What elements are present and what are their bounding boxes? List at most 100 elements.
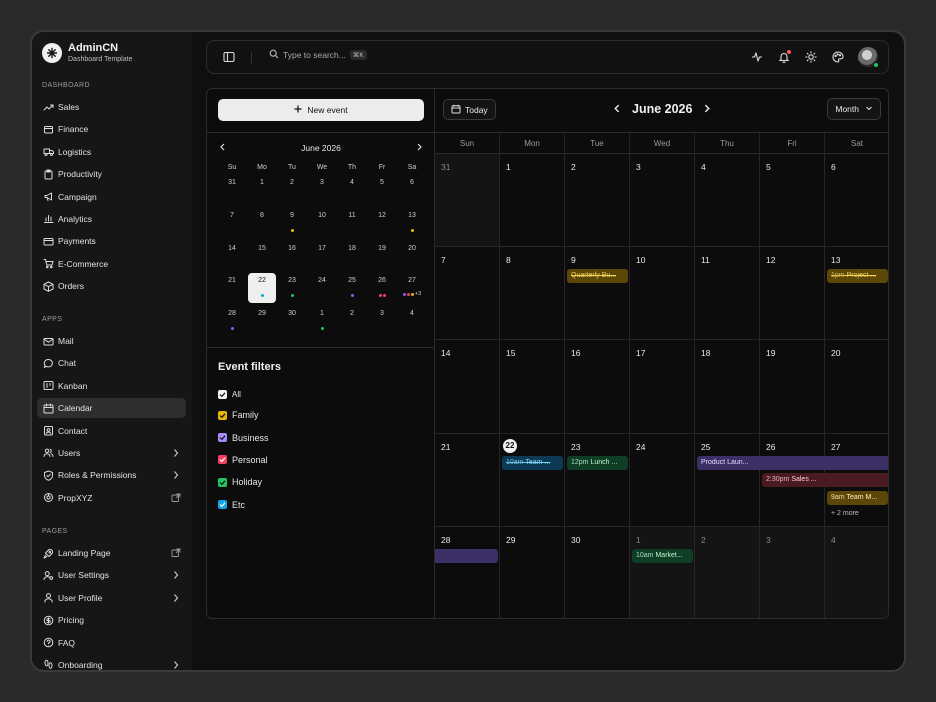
filter-all[interactable]: All (218, 384, 269, 404)
sidebar-toggle-icon[interactable] (223, 51, 235, 65)
mini-day[interactable]: 12 (367, 206, 397, 239)
day-cell[interactable]: 2 (695, 526, 760, 618)
prev-month-icon[interactable] (613, 104, 622, 115)
filter-holiday[interactable]: Holiday (218, 471, 269, 493)
day-cell[interactable]: 4 (825, 526, 888, 618)
sun-icon[interactable] (804, 50, 818, 64)
calendar-event[interactable]: Product Laun... (697, 455, 888, 470)
checkbox-checked-icon[interactable] (218, 477, 227, 487)
mini-day[interactable]: 3 (367, 304, 397, 337)
mini-day[interactable]: 8 (247, 206, 277, 239)
sidebar-item-finance[interactable]: Finance (37, 119, 186, 139)
mini-day[interactable]: 2 (337, 304, 367, 337)
avatar[interactable] (858, 47, 879, 68)
filter-personal[interactable]: Personal (218, 449, 269, 471)
mini-day[interactable]: 5 (367, 173, 397, 206)
day-cell[interactable]: 11 (695, 247, 760, 340)
mini-day[interactable]: 23 (277, 271, 307, 304)
today-button[interactable]: Today (443, 99, 496, 120)
day-cell[interactable]: 3 (630, 154, 695, 247)
calendar-event[interactable]: 12pm Lunch ... (567, 455, 628, 470)
day-cell[interactable]: 30 (565, 526, 630, 618)
search-box[interactable]: Type to search... ⌘K (269, 49, 367, 61)
sidebar-item-kanban[interactable]: Kanban (37, 376, 186, 396)
mini-day[interactable]: 15 (247, 239, 277, 272)
day-cell[interactable]: 12 (760, 247, 825, 340)
sidebar-item-sales[interactable]: Sales (37, 97, 186, 117)
sidebar-item-propxyz[interactable]: PropXYZ (37, 488, 186, 508)
calendar-event[interactable]: 10am Team ... (502, 455, 563, 470)
mini-day[interactable]: 14 (217, 239, 247, 272)
more-events-link[interactable]: + 2 more (831, 510, 859, 517)
mini-day[interactable]: 16 (277, 239, 307, 272)
sidebar-item-user-profile[interactable]: User Profile (37, 588, 186, 608)
day-cell[interactable]: 20 (825, 340, 888, 432)
day-cell-today[interactable]: 22 (500, 433, 565, 526)
day-cell[interactable]: 13 (825, 247, 888, 339)
calendar-event[interactable]: 2:30pm Sales ... (762, 473, 888, 488)
checkbox-checked-icon[interactable] (218, 433, 227, 443)
next-month-icon[interactable] (702, 104, 711, 115)
filter-etc[interactable]: Etc (218, 494, 269, 516)
palette-icon[interactable] (831, 50, 845, 64)
filter-family[interactable]: Family (218, 404, 269, 426)
day-cell[interactable]: 31 (435, 154, 500, 247)
checkbox-checked-icon[interactable] (218, 389, 227, 399)
mini-day[interactable]: 9 (277, 206, 307, 239)
mini-next-month-icon[interactable] (415, 143, 423, 153)
sidebar-item-analytics[interactable]: Analytics (37, 209, 186, 229)
day-cell[interactable]: 25 (695, 433, 760, 526)
activity-icon[interactable] (750, 50, 764, 64)
sidebar-item-chat[interactable]: Chat (37, 353, 186, 373)
mini-day[interactable]: 17 (307, 239, 337, 272)
sidebar-item-onboarding[interactable]: Onboarding (37, 655, 186, 670)
mini-day[interactable]: 28 (217, 304, 247, 337)
mini-day-selected[interactable]: 22 (248, 273, 276, 304)
sidebar-item-campaign[interactable]: Campaign (37, 187, 186, 207)
day-cell[interactable]: 21 (435, 433, 500, 526)
calendar-event[interactable]: 9am Team M... (827, 490, 888, 505)
mini-day[interactable]: 19 (367, 239, 397, 272)
mini-day[interactable]: 26 (367, 271, 397, 304)
mini-day[interactable]: 4 (397, 304, 427, 337)
day-cell[interactable]: 1 (500, 154, 565, 247)
mini-day[interactable]: 20 (397, 239, 427, 272)
mini-day[interactable]: 10 (307, 206, 337, 239)
day-cell[interactable]: 29 (500, 526, 565, 618)
mini-day[interactable]: 21 (217, 271, 247, 304)
calendar-event[interactable]: Quarterly Bu... (567, 269, 628, 284)
filter-business[interactable]: Business (218, 426, 269, 448)
day-cell[interactable]: 2 (565, 154, 630, 247)
brand[interactable]: AdminCN Dashboard Template (42, 42, 132, 63)
sidebar-item-faq[interactable]: FAQ (37, 633, 186, 653)
day-cell[interactable]: 9 (565, 247, 630, 340)
day-cell[interactable]: 23 (565, 433, 630, 526)
mini-prev-month-icon[interactable] (219, 143, 227, 153)
mini-day[interactable]: 1 (307, 304, 337, 337)
sidebar-item-users[interactable]: Users (37, 443, 186, 463)
sidebar-item-logistics[interactable]: Logistics (37, 142, 186, 162)
mini-day[interactable]: 25 (337, 271, 367, 304)
checkbox-checked-icon[interactable] (218, 410, 227, 420)
calendar-event[interactable] (435, 548, 498, 563)
day-cell[interactable]: 14 (435, 340, 500, 433)
sidebar-item-orders[interactable]: Orders (37, 276, 186, 296)
mini-day[interactable]: 27 +3 (397, 271, 427, 304)
sidebar-item-roles-permissions[interactable]: Roles & Permissions (37, 465, 186, 485)
day-cell[interactable]: 4 (695, 154, 760, 247)
day-cell[interactable]: 5 (760, 154, 825, 247)
sidebar-item-user-settings[interactable]: User Settings (37, 565, 186, 585)
view-select[interactable]: Month (827, 98, 881, 120)
sidebar-item-payments[interactable]: Payments (37, 231, 186, 251)
day-cell[interactable]: 16 (565, 340, 630, 433)
mini-day[interactable]: 24 (307, 271, 337, 304)
day-cell[interactable]: 24 (630, 433, 695, 526)
mini-day[interactable]: 30 (277, 304, 307, 337)
day-cell[interactable]: 19 (760, 340, 825, 433)
mini-day[interactable]: 7 (217, 206, 247, 239)
day-cell[interactable]: 15 (500, 340, 565, 433)
day-cell[interactable]: 8 (500, 247, 565, 340)
sidebar-item-landing-page[interactable]: Landing Page (37, 543, 186, 563)
mini-day[interactable]: 2 (277, 173, 307, 206)
mini-day[interactable]: 3 (307, 173, 337, 206)
